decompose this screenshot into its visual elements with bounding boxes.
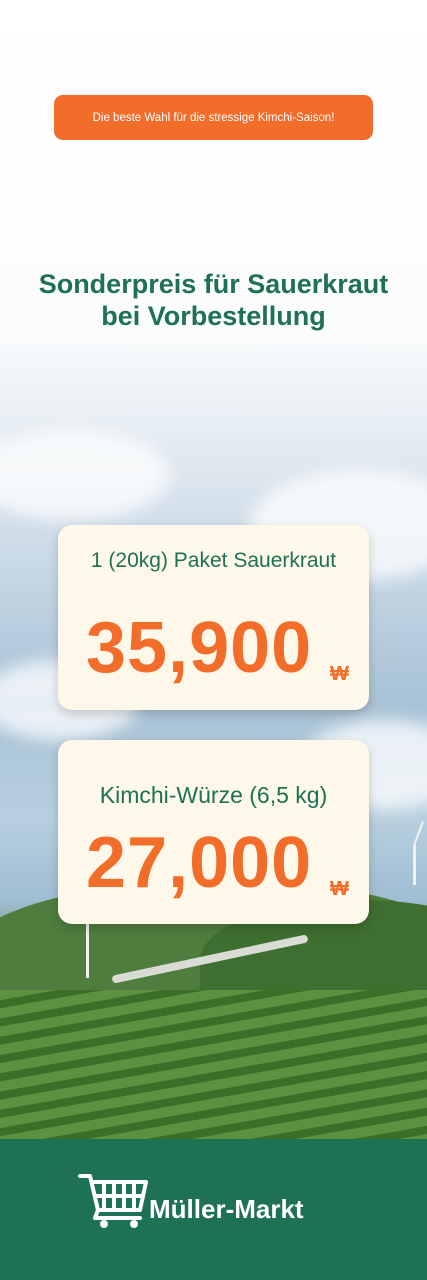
offer-price: 35,900 [86, 608, 313, 688]
promo-banner: Die beste Wahl für die stressige Kimchi-… [54, 95, 373, 140]
headline-line-2: bei Vorbestellung [101, 301, 326, 331]
offer-title: Kimchi-Würze (6,5 kg) [99, 782, 328, 808]
cloud [0, 430, 170, 520]
promo-page: Die beste Wahl für die stressige Kimchi-… [0, 0, 427, 1280]
headline: Sonderpreis für Sauerkraut bei Vorbestel… [0, 268, 427, 332]
currency-symbol: ₩ [330, 663, 349, 685]
headline-line-1: Sonderpreis für Sauerkraut [38, 269, 389, 299]
shopping-cart-icon [78, 1174, 148, 1228]
wind-turbine [413, 845, 416, 885]
offer-card-sauerkraut: 1 (20kg) Paket Sauerkraut 35,900 ₩ [58, 525, 369, 710]
wind-turbine [86, 918, 89, 978]
offer-price: 27,000 [86, 823, 313, 903]
offer-card-kimchi-wuerze: Kimchi-Würze (6,5 kg) 27,000 ₩ [58, 740, 369, 924]
cabbage-field [0, 990, 427, 1140]
currency-symbol: ₩ [330, 878, 349, 900]
promo-banner-text: Die beste Wahl für die stressige Kimchi-… [92, 111, 335, 124]
offer-title: 1 (20kg) Paket Sauerkraut [90, 549, 337, 572]
turbine-blade [413, 821, 424, 847]
brand-name: Müller-Markt [149, 1194, 304, 1224]
